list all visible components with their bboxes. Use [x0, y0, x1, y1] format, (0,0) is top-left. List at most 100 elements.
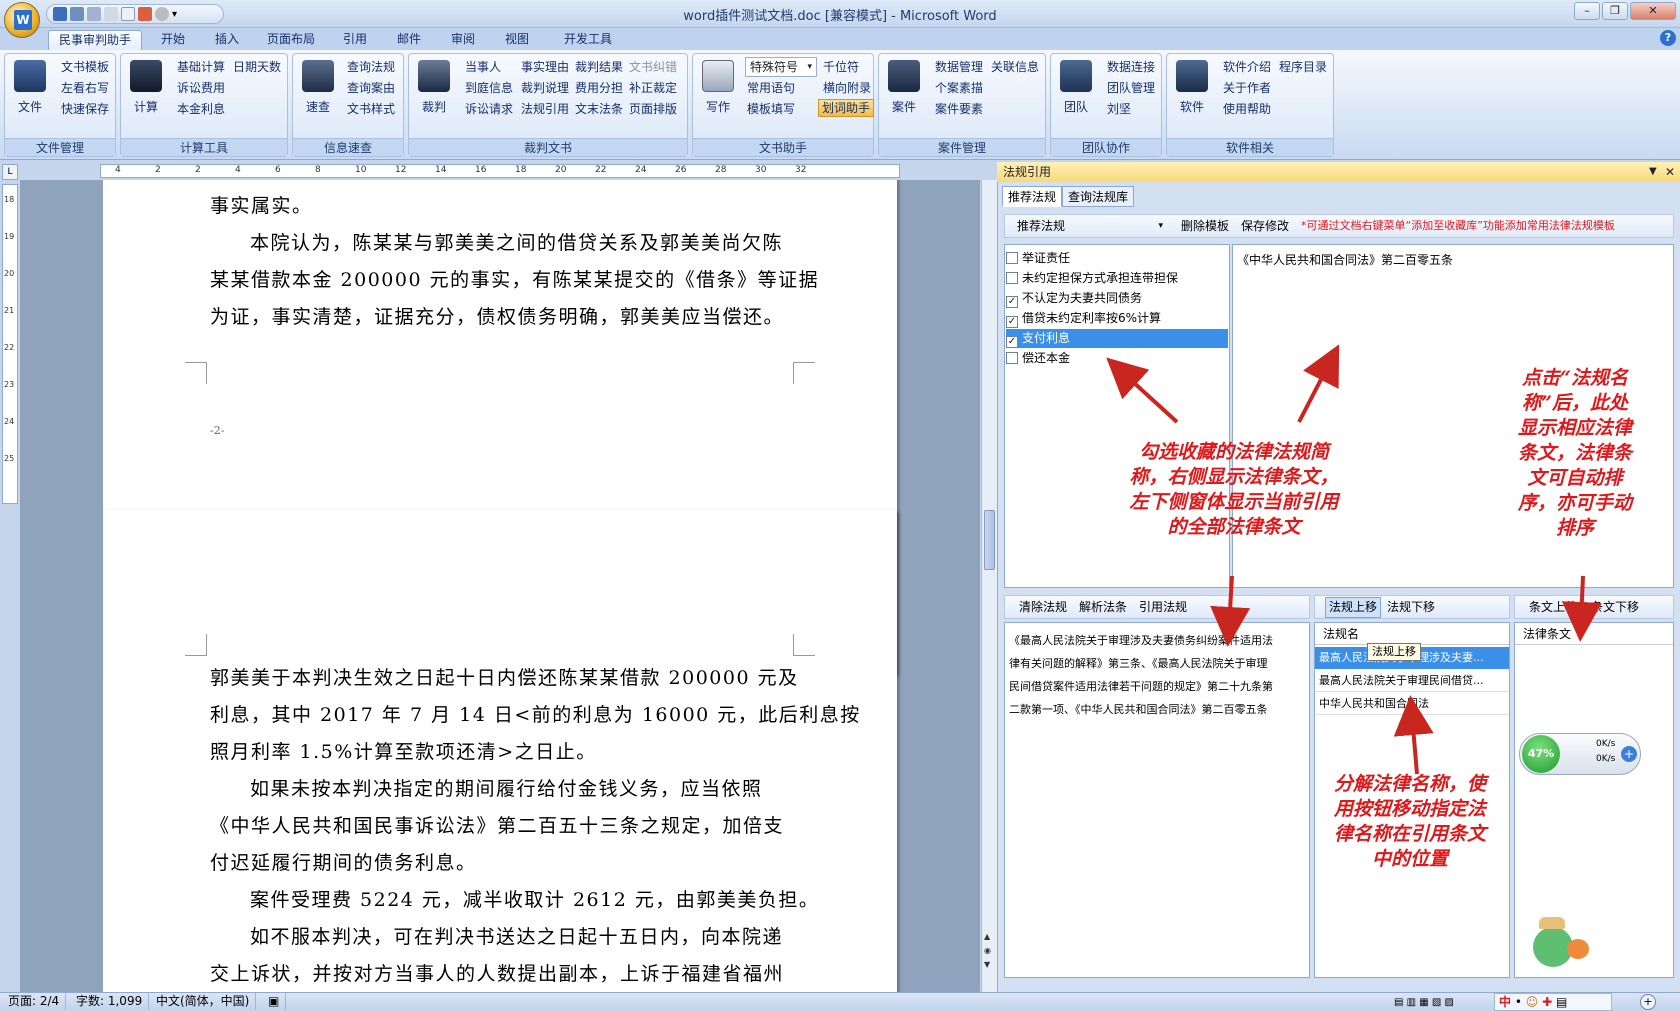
checkbox[interactable]	[1006, 252, 1018, 264]
minimize-button[interactable]: –	[1574, 2, 1600, 20]
doc-line[interactable]: 照月利率 1.5%计算至款项还清>之日止。	[210, 737, 597, 764]
tab-references[interactable]: 引用	[332, 30, 378, 50]
litigation-fee-button[interactable]: 诉讼费用	[177, 79, 225, 97]
pane-close-icon[interactable]: ✕	[1665, 162, 1675, 182]
query-law-button[interactable]: 查询法规	[347, 58, 395, 76]
checkbox[interactable]	[1006, 352, 1018, 364]
page-layout-button[interactable]: 页面排版	[629, 100, 677, 118]
judge-button[interactable]: 裁判	[415, 60, 453, 120]
tab-selector-icon[interactable]: L	[2, 164, 18, 180]
cited-laws-textbox[interactable]: 《最高人民法院关于审理涉及夫妻债务纠纷案件适用法 律有关问题的解释》第三条、《最…	[1004, 622, 1310, 978]
related-info-button[interactable]: 关联信息	[991, 58, 1039, 76]
team-management-button[interactable]: 团队管理	[1107, 79, 1155, 97]
doc-line[interactable]: 为证，事实清楚，证据充分，债权债务明确，郭美美应当偿还。	[210, 302, 784, 329]
ime-punct-icon[interactable]: •	[1515, 995, 1522, 1009]
correction-ruling-button[interactable]: 补正裁定	[629, 79, 677, 97]
favorite-law-item[interactable]: ✓ 借贷未约定利率按6%计算	[1006, 309, 1228, 328]
favorite-law-item[interactable]: ✓ 支付利息	[1006, 329, 1228, 348]
macro-record-icon[interactable]: ▣	[262, 993, 287, 1010]
query-cause-button[interactable]: 查询案由	[347, 79, 395, 97]
scroll-thumb[interactable]	[984, 510, 995, 570]
facts-reasons-button[interactable]: 事实理由	[521, 58, 569, 76]
checkbox[interactable]: ✓	[1006, 316, 1018, 328]
case-button[interactable]: 案件	[885, 60, 923, 120]
speed-widget[interactable]: 47% 0K/s 0K/s +	[1519, 733, 1641, 775]
data-connect-button[interactable]: 数据连接	[1107, 58, 1155, 76]
reasoning-button[interactable]: 裁判说理	[521, 79, 569, 97]
maximize-button[interactable]: ❐	[1602, 2, 1628, 20]
claims-button[interactable]: 诉讼请求	[465, 100, 513, 118]
parse-articles-button[interactable]: 解析法条	[1079, 596, 1127, 618]
help-icon[interactable]: ?	[1660, 30, 1676, 46]
cost-sharing-button[interactable]: 费用分担	[575, 79, 623, 97]
checkbox[interactable]: ✓	[1006, 296, 1018, 308]
language-indicator[interactable]: 中文(简体，中国)	[150, 993, 257, 1010]
user-name[interactable]: 刘坚	[1107, 100, 1131, 118]
close-button[interactable]: ✕	[1630, 2, 1676, 20]
doc-line[interactable]: 某某借款本金 200000 元的事实，有陈某某提交的《借条》等证据	[210, 265, 819, 292]
end-articles-button[interactable]: 文末法条	[575, 100, 623, 118]
office-button[interactable]: W	[4, 2, 40, 38]
attendance-info-button[interactable]: 到庭信息	[465, 79, 513, 97]
doc-template-button[interactable]: 文书模板	[61, 58, 109, 76]
doc-line[interactable]: 如不服本判决，可在判决书送达之日起十五日内，向本院递	[250, 922, 783, 949]
case-sketch-button[interactable]: 个案素描	[935, 79, 983, 97]
date-days-button[interactable]: 日期天数	[233, 58, 281, 76]
move-article-down-button[interactable]: 条文下移	[1591, 596, 1639, 618]
doc-line[interactable]: 如果未按本判决指定的期间履行给付金钱义务，应当依照	[250, 774, 763, 801]
common-phrases-button[interactable]: 常用语句	[747, 79, 795, 97]
tab-law-database[interactable]: 查询法规库	[1062, 186, 1135, 207]
quick-save-button[interactable]: 快速保存	[61, 100, 109, 118]
doc-line[interactable]: 《中华人民共和国民事诉讼法》第二百五十三条之规定，加倍支	[210, 811, 784, 838]
page-indicator[interactable]: 页面: 2/4	[2, 993, 67, 1010]
ime-face-icon[interactable]: ☺	[1526, 995, 1539, 1009]
vertical-scrollbar[interactable]: ▲ ◉ ▼	[981, 180, 997, 992]
delete-template-button[interactable]: 删除模板	[1181, 215, 1229, 237]
left-view-right-write-button[interactable]: 左看右写	[61, 79, 109, 97]
tab-mailings[interactable]: 邮件	[386, 30, 432, 50]
thousands-separator-button[interactable]: 千位符	[823, 58, 859, 76]
tab-review[interactable]: 审阅	[440, 30, 486, 50]
word-count[interactable]: 字数: 1,099	[70, 993, 150, 1010]
write-button[interactable]: 写作	[699, 60, 737, 120]
doc-style-button[interactable]: 文书样式	[347, 100, 395, 118]
principal-interest-button[interactable]: 本金利息	[177, 100, 225, 118]
document-area[interactable]: 事实属实。 本院认为，陈某某与郭美美之间的借贷关系及郭美美尚欠陈 某某借款本金 …	[20, 180, 980, 992]
favorite-law-item[interactable]: 偿还本金	[1006, 349, 1228, 368]
usage-help-button[interactable]: 使用帮助	[1223, 100, 1271, 118]
basic-calc-button[interactable]: 基础计算	[177, 58, 225, 76]
horizontal-ruler[interactable]: 4 2 2 4 6 8 10 12 14 16 18 20 22 24 26 28 30 32	[100, 164, 900, 178]
favorite-law-item[interactable]: 举证责任	[1006, 249, 1228, 268]
doc-line[interactable]: 案件受理费 5224 元，减半收取计 2612 元，由郭美美负担。	[250, 885, 819, 912]
doc-line[interactable]: 利息，其中 2017 年 7 月 14 日<前的利息为 16000 元，此后利息…	[210, 700, 861, 727]
software-intro-button[interactable]: 软件介绍	[1223, 58, 1271, 76]
save-changes-button[interactable]: 保存修改	[1241, 215, 1289, 237]
ime-toolbar[interactable]: 中 • ☺ ✚ ▤	[1494, 993, 1612, 1011]
print-layout-view-icon[interactable]: ▤ ▥ ▦ ▧ ▨	[1394, 994, 1454, 1011]
law-name-row[interactable]: 中华人民共和国合同法	[1315, 693, 1509, 715]
judgment-result-button[interactable]: 裁判结果	[575, 58, 623, 76]
law-citation-button[interactable]: 法规引用	[521, 100, 569, 118]
checkbox[interactable]	[1006, 272, 1018, 284]
doc-line[interactable]: 郭美美于本判决生效之日起十日内偿还陈某某借款 200000 元及	[210, 663, 799, 690]
about-author-button[interactable]: 关于作者	[1223, 79, 1271, 97]
tab-view[interactable]: 视图	[494, 30, 540, 50]
zoom-in-icon[interactable]: +	[1640, 994, 1656, 1010]
move-article-up-button[interactable]: 条文上移	[1529, 596, 1577, 618]
cite-laws-button[interactable]: 引用法规	[1139, 596, 1187, 618]
template-fill-button[interactable]: 模板填写	[747, 100, 795, 118]
file-button[interactable]: 文件	[11, 60, 49, 120]
template-select[interactable]: 推荐法规 ▾	[1017, 215, 1177, 237]
software-button[interactable]: 软件	[1173, 60, 1211, 120]
lookup-button[interactable]: 速查	[299, 60, 337, 120]
calc-button[interactable]: 计算	[127, 60, 165, 120]
special-symbol-select[interactable]: 特殊符号 ▾	[745, 57, 817, 77]
doc-line[interactable]: 事实属实。	[210, 191, 313, 218]
law-name-row[interactable]: 最高人民法院关于审理民间借贷...	[1315, 670, 1509, 692]
landscape-appendix-button[interactable]: 横向附录	[823, 79, 871, 97]
favorite-law-item[interactable]: ✓ 不认定为夫妻共同债务	[1006, 289, 1228, 308]
clear-laws-button[interactable]: 清除法规	[1019, 596, 1067, 618]
tab-recommended-laws[interactable]: 推荐法规	[1002, 186, 1063, 207]
doc-line[interactable]: 本院认为，陈某某与郭美美之间的借贷关系及郭美美尚欠陈	[250, 228, 783, 255]
team-button[interactable]: 团队	[1057, 60, 1095, 120]
